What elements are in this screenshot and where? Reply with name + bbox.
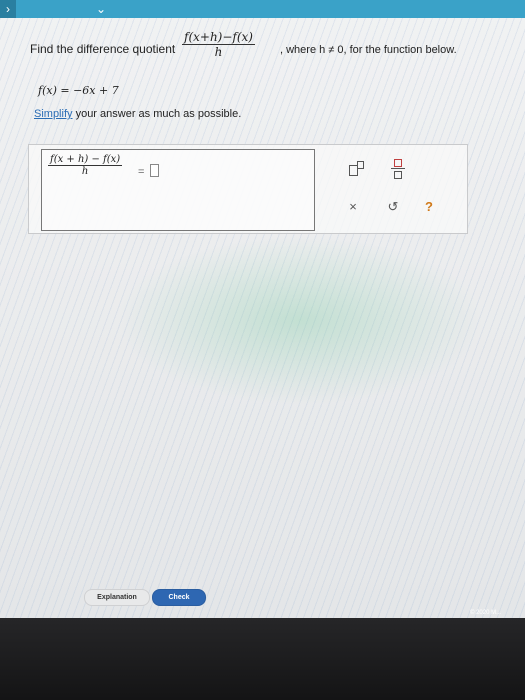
answer-denominator: h [81, 166, 89, 177]
math-toolbar: × ↺ ? [317, 149, 463, 229]
fraction-icon[interactable] [391, 159, 405, 179]
simplify-instruction: Simplify your answer as much as possible… [34, 108, 241, 120]
simplify-link[interactable]: Simplify [34, 108, 73, 120]
answer-input[interactable] [150, 164, 159, 177]
simplify-rest: your answer as much as possible. [72, 108, 242, 120]
question-prompt: Find the difference quotient f(x+h)−f(x)… [30, 28, 510, 72]
difference-quotient-fraction: f(x+h)−f(x) h [182, 30, 255, 59]
quotient-numerator: f(x+h)−f(x) [182, 30, 255, 45]
screen-bezel [0, 618, 525, 700]
answer-fraction: f(x + h) − f(x) h [48, 154, 123, 177]
undo-icon[interactable]: ↺ [385, 199, 401, 215]
answer-box[interactable]: f(x + h) − f(x) h = [41, 149, 315, 231]
question-suffix: , where h ≠ 0, for the function below. [280, 44, 457, 56]
quotient-denominator: h [214, 45, 223, 59]
top-bar: › ⌄ [0, 0, 525, 18]
exponent-icon[interactable] [347, 159, 365, 177]
chevron-down-icon[interactable]: ⌄ [90, 0, 112, 18]
answer-panel: f(x + h) − f(x) h = × ↺ ? [28, 144, 468, 234]
screen: › ⌄ Find the difference quotient f(x+h)−… [0, 0, 525, 618]
equals-sign: = [138, 166, 145, 178]
question-prefix: Find the difference quotient [30, 42, 176, 56]
clear-icon[interactable]: × [345, 199, 361, 215]
copyright-text: © 2020 M... [470, 610, 502, 616]
answer-numerator: f(x + h) − f(x) [48, 154, 123, 166]
chevron-right-icon[interactable]: › [0, 0, 16, 18]
help-icon[interactable]: ? [421, 199, 437, 215]
explanation-button[interactable]: Explanation [84, 589, 150, 606]
check-button[interactable]: Check [152, 589, 206, 606]
function-definition: f(x) = −6x + 7 [38, 84, 119, 97]
